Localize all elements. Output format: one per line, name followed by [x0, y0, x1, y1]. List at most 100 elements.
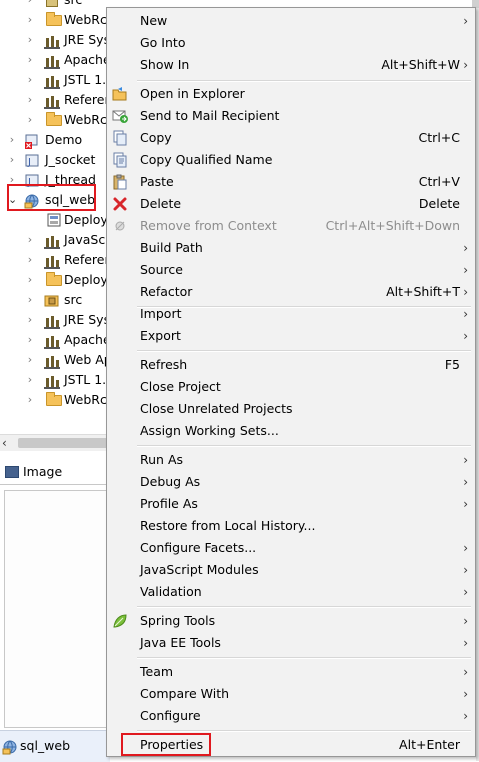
- submenu-arrow-icon: ›: [463, 285, 468, 299]
- chevron-right-icon[interactable]: ›: [26, 90, 34, 110]
- library-icon: [44, 313, 60, 329]
- library-icon: [44, 33, 60, 49]
- submenu-arrow-icon: ›: [463, 329, 468, 343]
- folder-icon: [46, 12, 62, 26]
- submenu-arrow-icon: ›: [463, 541, 468, 555]
- submenu-arrow-icon: ›: [463, 636, 468, 650]
- submenu-arrow-icon: ›: [463, 453, 468, 467]
- open-folder-icon: [112, 86, 128, 102]
- chevron-right-icon[interactable]: ›: [8, 130, 16, 150]
- project-error-icon: [24, 133, 40, 149]
- chevron-right-icon[interactable]: ›: [8, 150, 16, 170]
- library-icon: [44, 53, 60, 69]
- menu-item-open-in-explorer[interactable]: Open in Explorer: [107, 83, 475, 105]
- remove-from-context-icon: [112, 218, 128, 234]
- menu-item-configure-facets[interactable]: Configure Facets... ›: [107, 537, 475, 559]
- menu-item-export[interactable]: Export ›: [107, 325, 475, 347]
- menu-item-refresh[interactable]: Refresh F5: [107, 354, 475, 376]
- source-folder-icon: [44, 292, 60, 308]
- project-explorer-tree: › src › WebRc › JRE Sys › Apache › JSTL …: [0, 0, 110, 432]
- chevron-right-icon[interactable]: ›: [26, 350, 34, 370]
- menu-item-profile-as[interactable]: Profile As ›: [107, 493, 475, 515]
- menu-separator: [137, 657, 471, 659]
- menu-item-javascript-modules[interactable]: JavaScript Modules ›: [107, 559, 475, 581]
- menu-item-debug-as[interactable]: Debug As ›: [107, 471, 475, 493]
- menu-item-run-as[interactable]: Run As ›: [107, 449, 475, 471]
- deployment-descriptor-icon: [46, 212, 62, 228]
- menu-item-refactor[interactable]: Refactor Alt+Shift+T ›: [107, 281, 475, 303]
- menu-item-paste[interactable]: Paste Ctrl+V: [107, 171, 475, 193]
- chevron-right-icon[interactable]: ›: [26, 370, 34, 390]
- image-preview-canvas: [4, 490, 108, 728]
- scroll-left-icon[interactable]: ‹: [2, 435, 14, 451]
- folder-icon: [46, 272, 62, 286]
- image-preview-icon: [5, 466, 19, 478]
- svg-text:J: J: [27, 157, 31, 168]
- menu-item-send-to-mail[interactable]: Send to Mail Recipient: [107, 105, 475, 127]
- menu-item-import[interactable]: Import ›: [107, 303, 475, 325]
- menu-item-new[interactable]: New ›: [107, 10, 475, 32]
- library-icon: [44, 373, 60, 389]
- submenu-arrow-icon: ›: [463, 585, 468, 599]
- chevron-right-icon[interactable]: ›: [26, 230, 34, 250]
- copy-qualified-name-icon: [112, 152, 128, 168]
- menu-item-close-unrelated-projects[interactable]: Close Unrelated Projects: [107, 398, 475, 420]
- chevron-right-icon[interactable]: ›: [26, 30, 34, 50]
- menu-item-team[interactable]: Team ›: [107, 661, 475, 683]
- menu-item-spring-tools[interactable]: Spring Tools ›: [107, 610, 475, 632]
- chevron-right-icon[interactable]: ›: [26, 250, 34, 270]
- library-icon: [44, 353, 60, 369]
- menu-item-go-into[interactable]: Go Into: [107, 32, 475, 54]
- menu-item-remove-from-context[interactable]: Remove from Context Ctrl+Alt+Shift+Down: [107, 215, 475, 237]
- menu-item-configure[interactable]: Configure ›: [107, 705, 475, 727]
- chevron-right-icon[interactable]: ›: [26, 310, 34, 330]
- spring-leaf-icon: [112, 613, 128, 629]
- selection-highlight-box: [7, 184, 96, 211]
- library-icon: [44, 333, 60, 349]
- menu-item-java-ee-tools[interactable]: Java EE Tools ›: [107, 632, 475, 654]
- menu-separator: [137, 445, 471, 447]
- horizontal-scrollbar[interactable]: ‹: [0, 434, 110, 451]
- chevron-right-icon[interactable]: ›: [26, 50, 34, 70]
- menu-item-validation[interactable]: Validation ›: [107, 581, 475, 603]
- chevron-right-icon[interactable]: ›: [26, 330, 34, 350]
- menu-item-compare-with[interactable]: Compare With ›: [107, 683, 475, 705]
- menu-item-copy[interactable]: Copy Ctrl+C: [107, 127, 475, 149]
- submenu-arrow-icon: ›: [463, 614, 468, 628]
- chevron-right-icon[interactable]: ›: [26, 110, 34, 130]
- scrollbar-thumb[interactable]: [18, 438, 108, 448]
- library-icon: [44, 93, 60, 109]
- submenu-arrow-icon: ›: [463, 665, 468, 679]
- library-icon: [44, 233, 60, 249]
- menu-separator: [137, 606, 471, 608]
- menu-item-close-project[interactable]: Close Project: [107, 376, 475, 398]
- folder-icon: [46, 392, 62, 406]
- chevron-right-icon[interactable]: ›: [26, 290, 34, 310]
- copy-icon: [112, 130, 128, 146]
- menu-separator: [137, 80, 471, 82]
- menu-item-assign-working-sets[interactable]: Assign Working Sets...: [107, 420, 475, 442]
- submenu-arrow-icon: ›: [463, 475, 468, 489]
- menu-item-restore-from-local-history[interactable]: Restore from Local History...: [107, 515, 475, 537]
- chevron-right-icon[interactable]: ›: [26, 0, 34, 10]
- paste-icon: [112, 174, 128, 190]
- properties-highlight-box: [121, 733, 211, 756]
- menu-item-source[interactable]: Source ›: [107, 259, 475, 281]
- image-preview-tab[interactable]: Image Preview: [0, 460, 110, 503]
- menu-item-copy-qualified-name[interactable]: Copy Qualified Name: [107, 149, 475, 171]
- library-icon: [44, 73, 60, 89]
- chevron-right-icon[interactable]: ›: [26, 70, 34, 90]
- menu-item-build-path[interactable]: Build Path ›: [107, 237, 475, 259]
- submenu-arrow-icon: ›: [463, 563, 468, 577]
- library-icon: [44, 253, 60, 269]
- submenu-arrow-icon: ›: [463, 241, 468, 255]
- chevron-right-icon[interactable]: ›: [26, 10, 34, 30]
- submenu-arrow-icon: ›: [463, 709, 468, 723]
- mail-icon: [112, 108, 128, 124]
- folder-icon: [46, 112, 62, 126]
- chevron-right-icon[interactable]: ›: [26, 270, 34, 290]
- chevron-right-icon[interactable]: ›: [26, 390, 34, 410]
- menu-item-delete[interactable]: Delete Delete: [107, 193, 475, 215]
- menu-item-show-in[interactable]: Show In Alt+Shift+W ›: [107, 54, 475, 76]
- submenu-arrow-icon: ›: [463, 14, 468, 28]
